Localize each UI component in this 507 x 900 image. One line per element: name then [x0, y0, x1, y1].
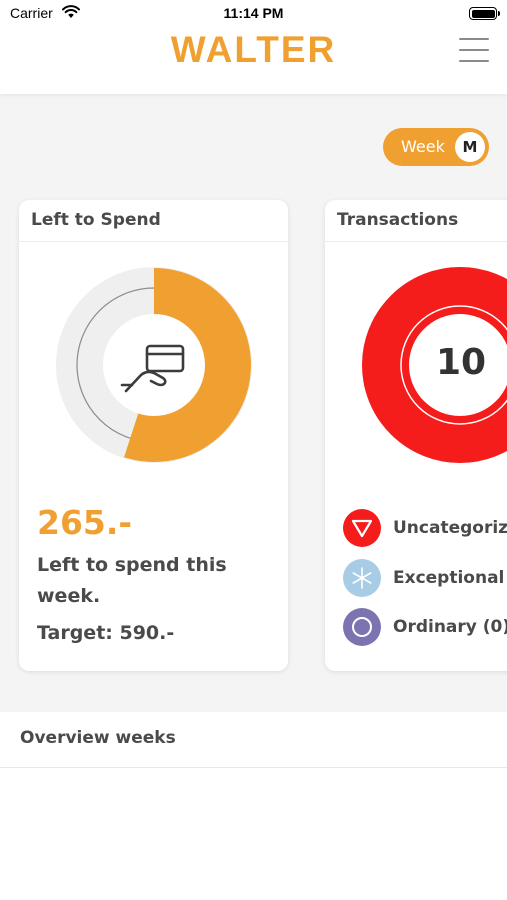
battery-icon [469, 7, 500, 20]
left-to-spend-card[interactable]: Left to Spend 265.- Left to spend this w… [19, 200, 288, 671]
target-amount: Target: 590.- [37, 622, 175, 644]
legend-label: Uncategorize [393, 518, 507, 538]
legend-exceptional[interactable]: Exceptional ( [343, 558, 507, 598]
card-title-left-to-spend: Left to Spend [19, 200, 288, 242]
overview-weeks-section: Overview weeks [0, 712, 507, 900]
overview-weeks-title: Overview weeks [0, 712, 507, 768]
app-header: WALTER [0, 28, 507, 94]
status-bar: Carrier 11:14 PM [0, 0, 507, 28]
triangle-down-icon [343, 509, 381, 547]
period-toggle[interactable]: Week M [383, 128, 489, 166]
toggle-label-week: Week [401, 137, 445, 156]
circle-icon [343, 608, 381, 646]
legend-ordinary[interactable]: Ordinary (0) [343, 607, 507, 647]
transactions-card[interactable]: Transactions 10 Uncategorize Exceptional… [325, 200, 507, 671]
hamburger-menu-icon[interactable] [459, 36, 489, 64]
legend-uncategorized[interactable]: Uncategorize [343, 508, 507, 548]
toggle-knob-month[interactable]: M [455, 132, 485, 162]
left-to-spend-amount: 265.- [37, 503, 133, 542]
card-title-transactions: Transactions [325, 200, 507, 242]
legend-label: Exceptional ( [393, 568, 507, 588]
status-time: 11:14 PM [223, 5, 284, 21]
snowflake-icon [343, 559, 381, 597]
legend-label: Ordinary (0) [393, 617, 507, 637]
left-to-spend-description: Left to spend this week. [37, 554, 227, 607]
left-to-spend-donut [56, 267, 252, 463]
walter-logo: WALTER [170, 29, 337, 70]
transaction-count: 10 [435, 342, 487, 383]
